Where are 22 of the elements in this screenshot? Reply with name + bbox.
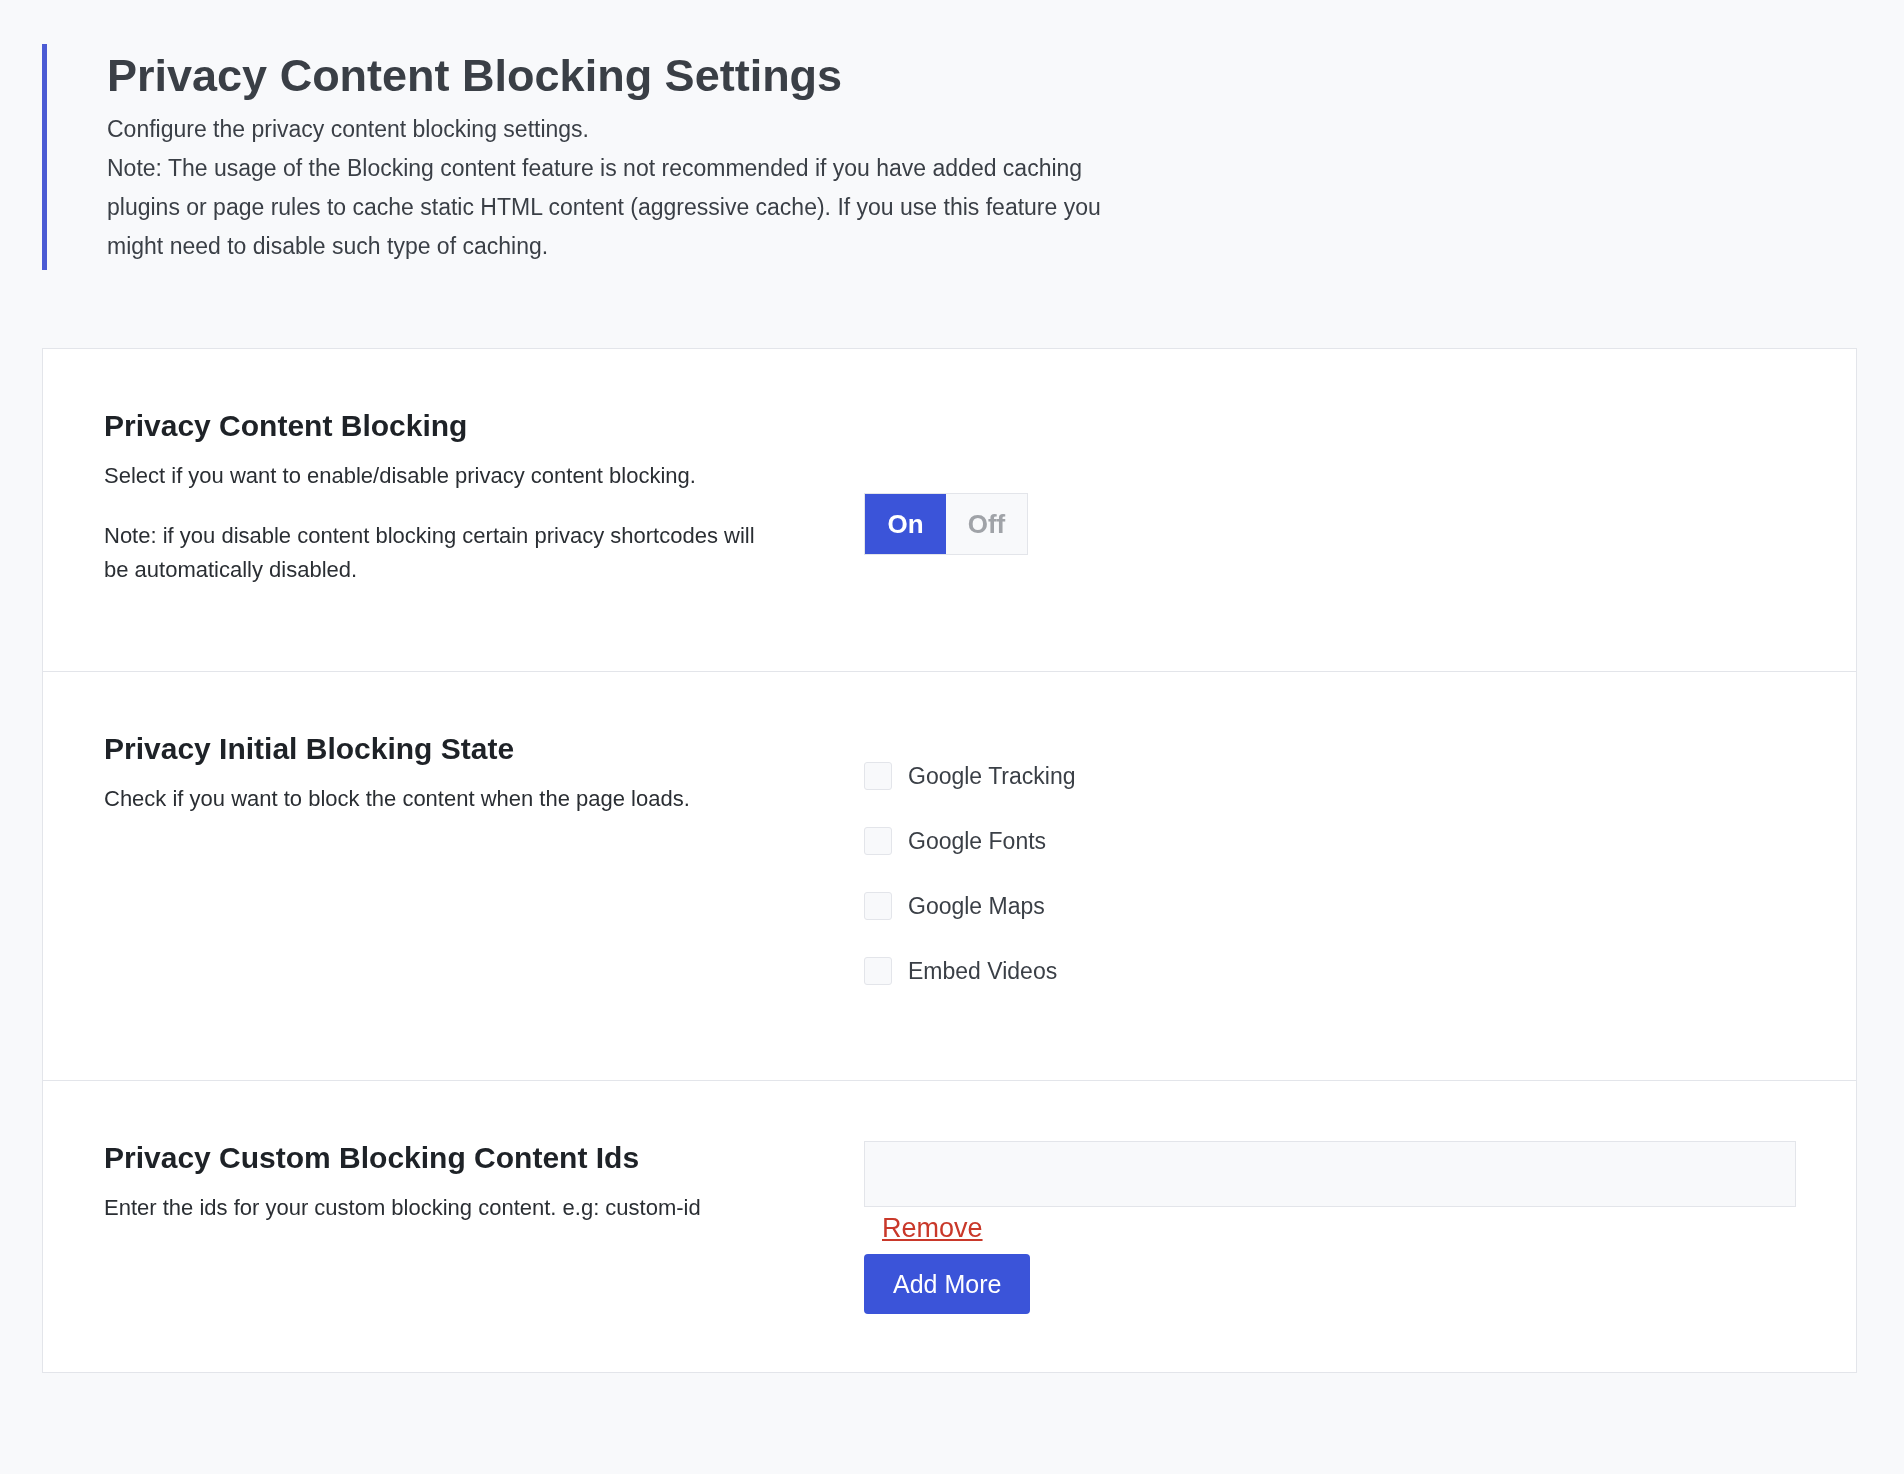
checkbox[interactable] <box>864 762 892 790</box>
checkbox-label: Google Maps <box>908 892 1045 920</box>
id-input-field[interactable] <box>864 1141 1796 1207</box>
checkbox[interactable] <box>864 957 892 985</box>
checkbox-label: Google Fonts <box>908 827 1047 855</box>
toggle-option[interactable]: On <box>865 494 946 554</box>
section-description: Note: if you disable content blocking certain privacy shortcodes will be automatically disabled. <box>104 522 756 584</box>
checkbox-label: Embed Videos <box>908 957 1058 985</box>
checkbox[interactable] <box>864 827 892 855</box>
description-text: Configure the privacy content blocking settings. <box>107 115 590 144</box>
checkbox[interactable] <box>864 892 892 920</box>
section-description: Check if you want to block the content when the page loads. <box>104 785 691 813</box>
add-more-button[interactable]: Add More <box>864 1254 1031 1314</box>
description-text: Note: The usage of the Blocking content feature is not recommended if you have added caching plugins or page rules to cache static HTML content (aggressive cache). If you use this feature you might need to disable such type of caching. <box>107 154 1102 261</box>
checkbox-label: Google Tracking <box>908 762 1076 790</box>
section-description: Enter the ids for your custom blocking content. e.g: custom-id <box>104 1194 702 1222</box>
section-title: Privacy Custom Blocking Content Ids <box>104 1141 641 1175</box>
page-title: Privacy Content Blocking Settings <box>107 50 844 102</box>
remove-link[interactable]: Remove <box>882 1213 983 1244</box>
section-title: Privacy Content Blocking <box>104 409 469 443</box>
section-description: Select if you want to enable/disable privacy content blocking. <box>104 462 697 490</box>
section-title: Privacy Initial Blocking State <box>104 732 516 766</box>
